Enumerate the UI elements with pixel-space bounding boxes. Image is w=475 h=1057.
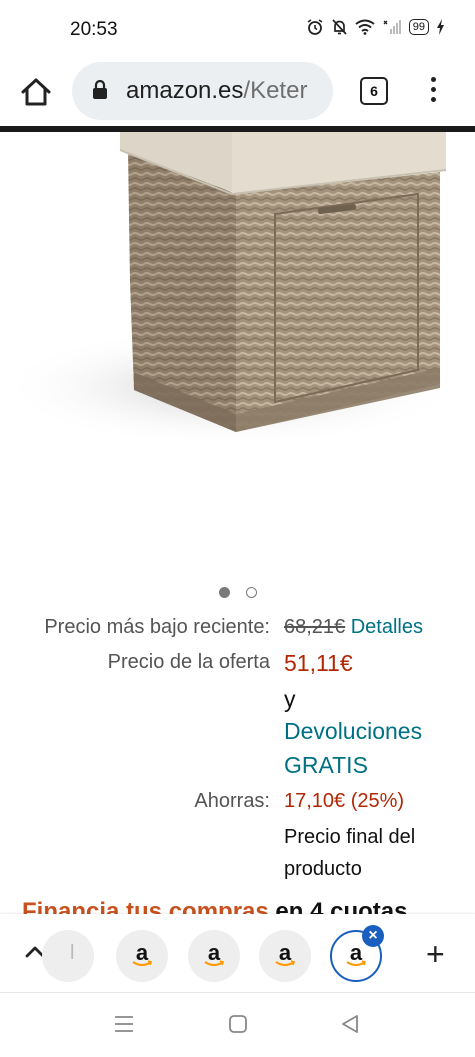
carousel-dot-active[interactable] — [218, 587, 230, 599]
details-link[interactable]: Detalles — [351, 616, 423, 638]
savings-label: Ahorras: — [194, 790, 270, 812]
url-text: amazon.es/Keter — [126, 77, 322, 105]
home-circle-icon[interactable] — [228, 1015, 248, 1033]
free-returns-link-line2[interactable]: GRATIS — [284, 752, 368, 779]
url-domain: amazon.es — [126, 77, 244, 104]
tab-thumbnail[interactable]: a — [116, 930, 168, 982]
amazon-smile-icon — [275, 960, 296, 966]
product-image[interactable] — [0, 132, 475, 572]
address-bar[interactable]: amazon.es/Keter — [72, 62, 333, 120]
amazon-smile-icon — [132, 960, 153, 966]
lock-icon — [93, 80, 107, 99]
recent-low-label: Precio más bajo reciente: — [44, 616, 270, 638]
recent-low-price-row: Precio más bajo reciente: 68,21€ Detalle… — [0, 616, 475, 644]
system-nav-bar — [0, 992, 475, 1057]
tab-switcher-button[interactable]: 6 — [360, 77, 388, 105]
home-icon[interactable] — [18, 74, 54, 110]
offer-label: Precio de la oferta — [107, 651, 270, 673]
carousel-indicator[interactable] — [0, 584, 475, 602]
carousel-dot[interactable] — [245, 587, 257, 599]
recent-low-value: 68,21€ — [284, 616, 346, 638]
tab-thumbnail-partial[interactable]: l — [42, 930, 94, 982]
charging-icon — [437, 19, 444, 35]
amazon-smile-icon — [346, 960, 367, 966]
final-price-note-line1: Precio final del — [284, 826, 416, 848]
back-icon[interactable] — [340, 1015, 360, 1033]
close-tab-icon[interactable]: × — [362, 925, 384, 947]
new-tab-button[interactable]: + — [426, 936, 445, 973]
offer-price-row: Precio de la oferta 51,11€ — [0, 650, 475, 682]
status-bar: 20:53 99 — [0, 0, 475, 60]
status-time: 20:53 — [70, 19, 118, 40]
and-word: y — [284, 686, 296, 712]
recents-menu-icon[interactable] — [114, 1015, 134, 1033]
free-returns-link-line1[interactable]: Devoluciones — [284, 718, 422, 745]
url-path: /Keter — [243, 77, 308, 104]
tab-thumbnail[interactable]: a — [188, 930, 240, 982]
battery-indicator: 99 — [408, 19, 429, 35]
status-icons: 99 — [306, 18, 445, 36]
signal-icon — [383, 20, 401, 34]
tab-thumbnail[interactable]: a — [259, 930, 311, 982]
amazon-smile-icon — [204, 960, 225, 966]
tab-strip: l a a a a + — [0, 914, 475, 992]
final-price-note-line2: producto — [284, 858, 362, 880]
wifi-icon — [355, 19, 375, 35]
overflow-menu-icon[interactable] — [424, 74, 442, 110]
savings-row: Ahorras: 17,10€ (25%) — [0, 790, 475, 818]
browser-toolbar: amazon.es/Keter 6 — [0, 60, 475, 128]
savings-value: 17,10€ (25%) — [284, 790, 405, 812]
offer-price: 51,11€ — [284, 650, 353, 676]
alarm-icon — [307, 19, 323, 35]
mute-bell-icon — [332, 19, 347, 35]
